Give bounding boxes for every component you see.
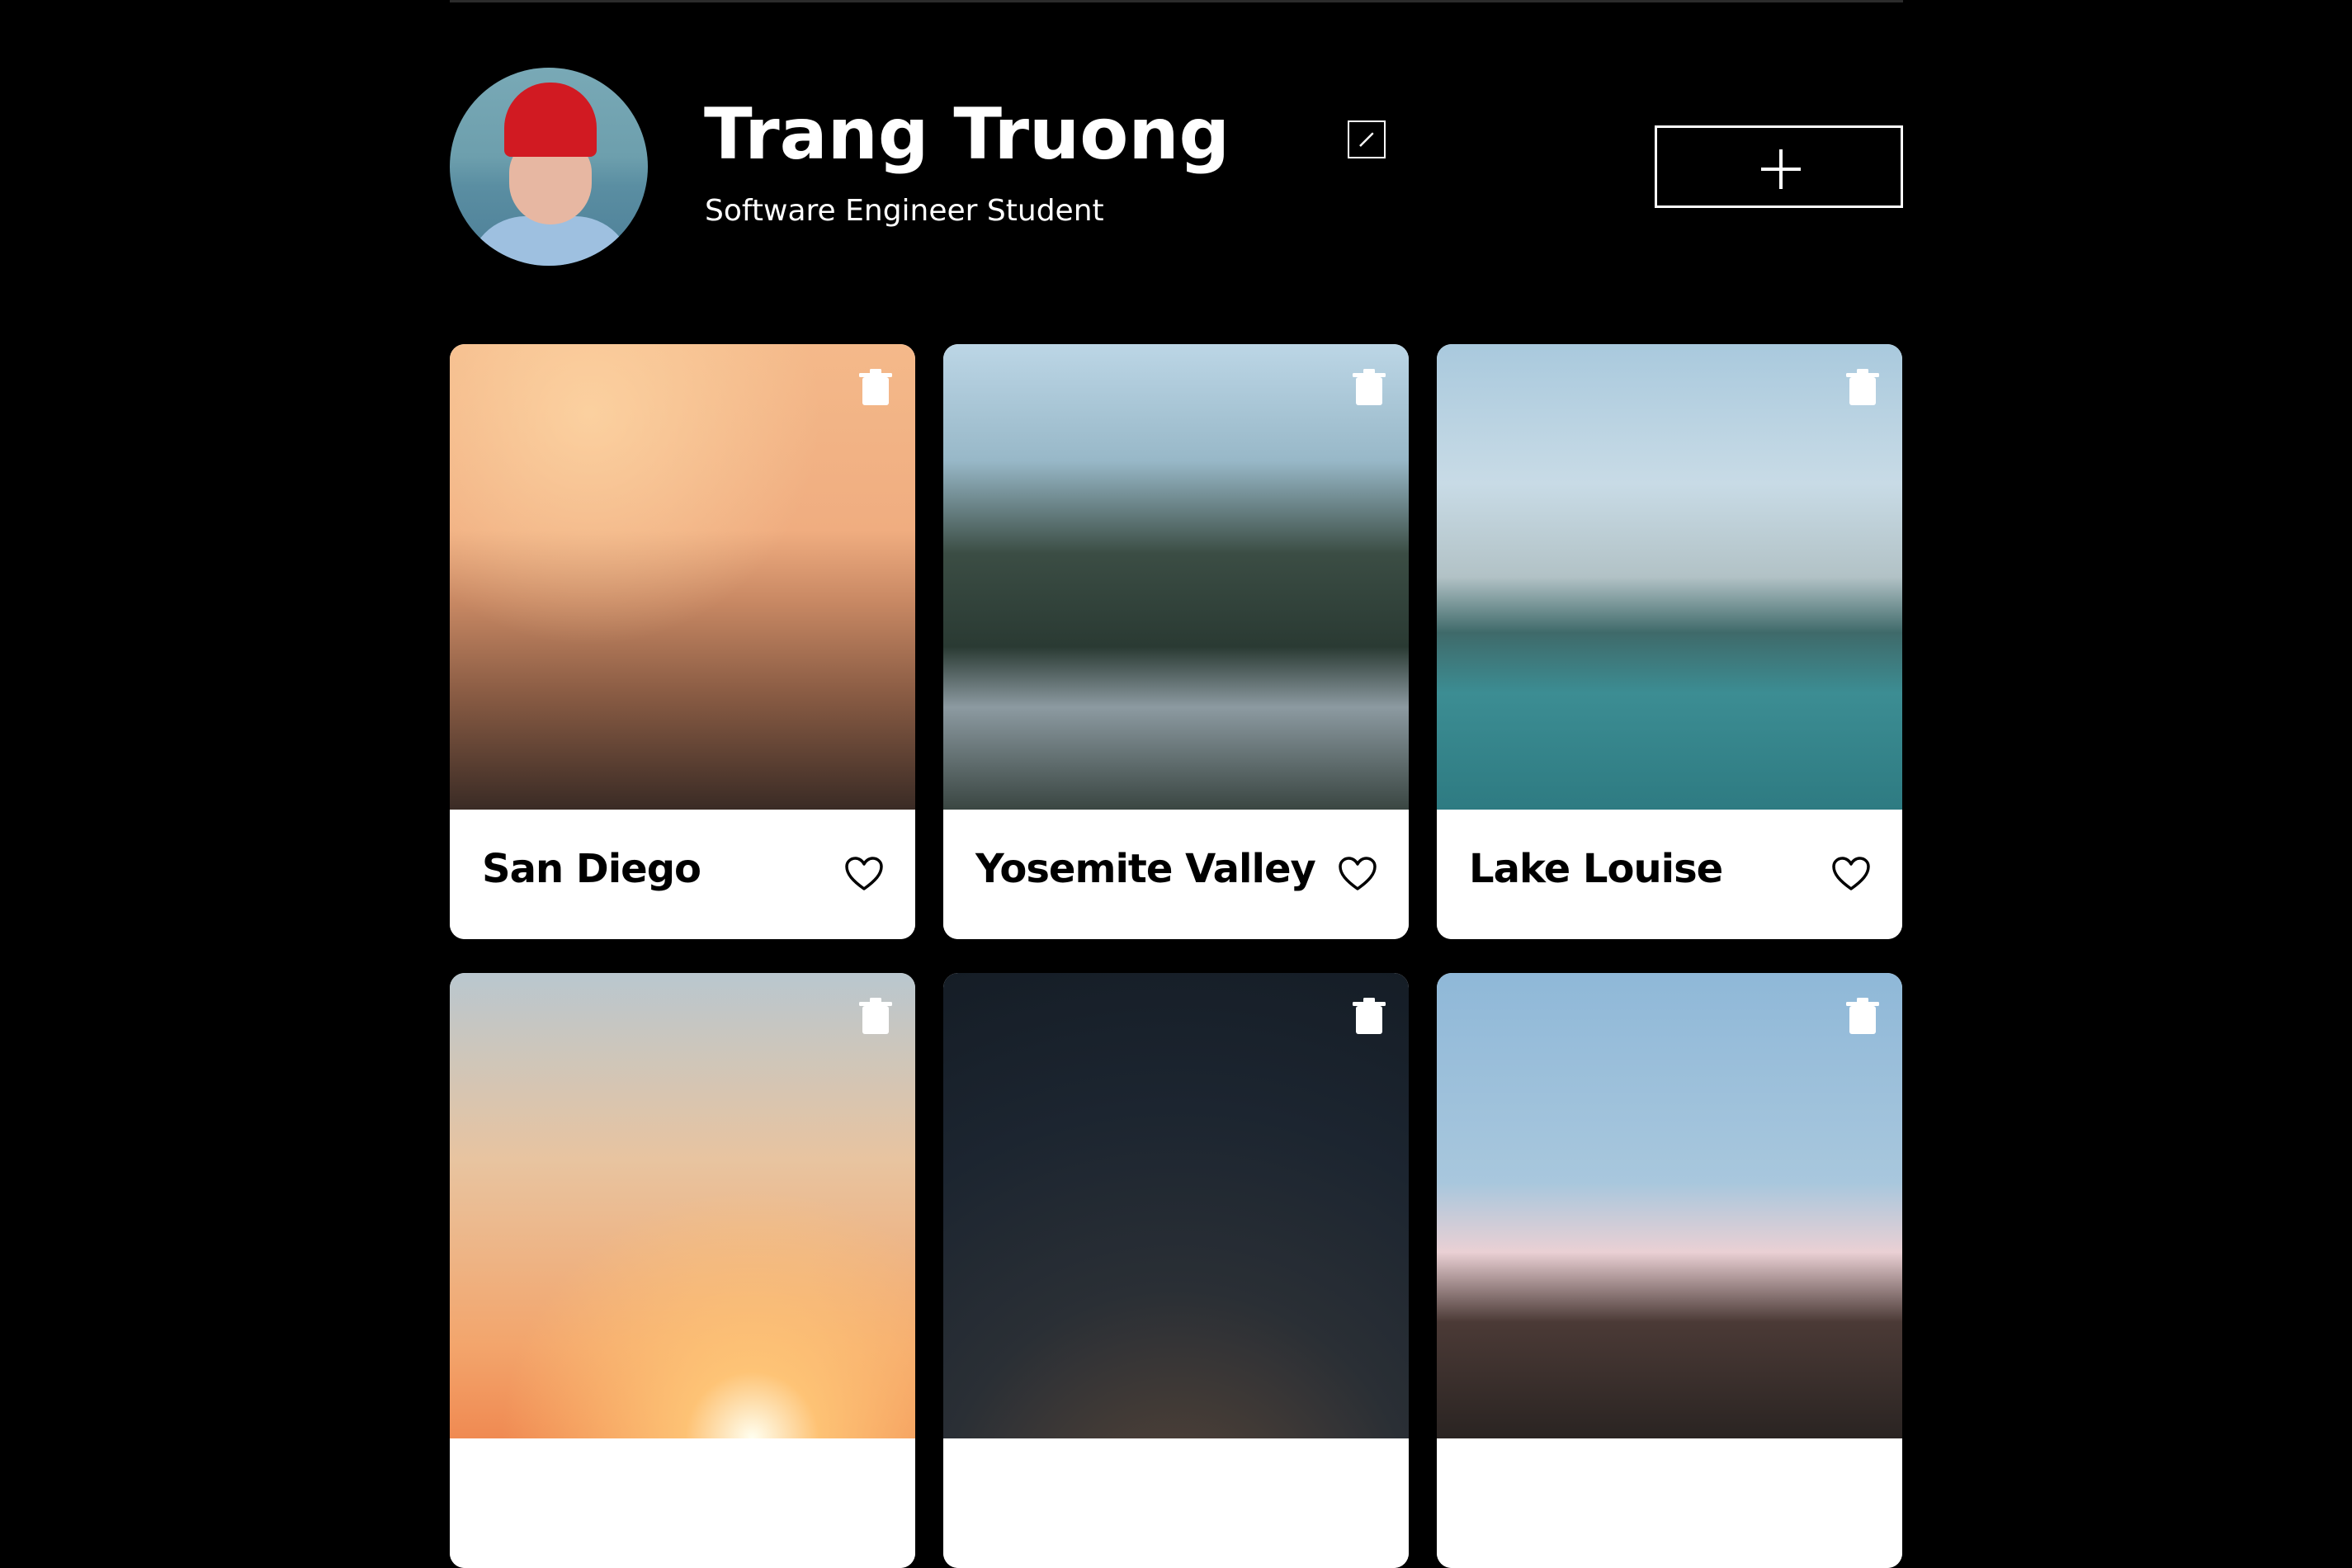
pencil-icon: [1359, 132, 1374, 147]
place-card: Lake Louise: [1437, 344, 1902, 939]
trash-icon[interactable]: [1844, 998, 1881, 1036]
trash-icon[interactable]: [1844, 369, 1881, 407]
avatar: [450, 68, 648, 266]
place-caption: Yosemite Valley: [943, 810, 1409, 939]
trash-icon[interactable]: [1351, 998, 1387, 1036]
place-caption: [943, 1438, 1409, 1568]
place-photo[interactable]: [943, 344, 1409, 810]
add-place-button[interactable]: [1655, 125, 1903, 208]
trash-icon[interactable]: [857, 369, 894, 407]
heart-icon[interactable]: [1831, 856, 1871, 892]
place-title: Yosemite Valley: [975, 846, 1316, 892]
plus-icon: [1761, 149, 1801, 189]
place-card: San Diego: [450, 344, 915, 939]
place-card: Yosemite Valley: [943, 344, 1409, 939]
place-title: Lake Louise: [1469, 846, 1723, 892]
top-divider: [450, 0, 1903, 2]
place-card: [1437, 973, 1902, 1568]
trash-icon[interactable]: [1351, 369, 1387, 407]
place-caption: San Diego: [450, 810, 915, 939]
profile-role: Software Engineer Student: [705, 194, 1104, 228]
place-photo[interactable]: [1437, 973, 1902, 1438]
place-photo[interactable]: [943, 973, 1409, 1438]
place-photo[interactable]: [1437, 344, 1902, 810]
profile-name: Trang Truong: [704, 93, 1230, 176]
edit-profile-button[interactable]: [1348, 120, 1386, 158]
trash-icon[interactable]: [857, 998, 894, 1036]
place-title: San Diego: [482, 846, 701, 892]
heart-icon[interactable]: [1338, 856, 1377, 892]
place-caption: [1437, 1438, 1902, 1568]
place-card: [450, 973, 915, 1568]
place-photo[interactable]: [450, 973, 915, 1438]
place-photo[interactable]: [450, 344, 915, 810]
place-caption: Lake Louise: [1437, 810, 1902, 939]
place-caption: [450, 1438, 915, 1568]
profile-section: Trang Truong Software Engineer Student: [450, 68, 1903, 266]
heart-icon[interactable]: [844, 856, 884, 892]
place-card: [943, 973, 1409, 1568]
